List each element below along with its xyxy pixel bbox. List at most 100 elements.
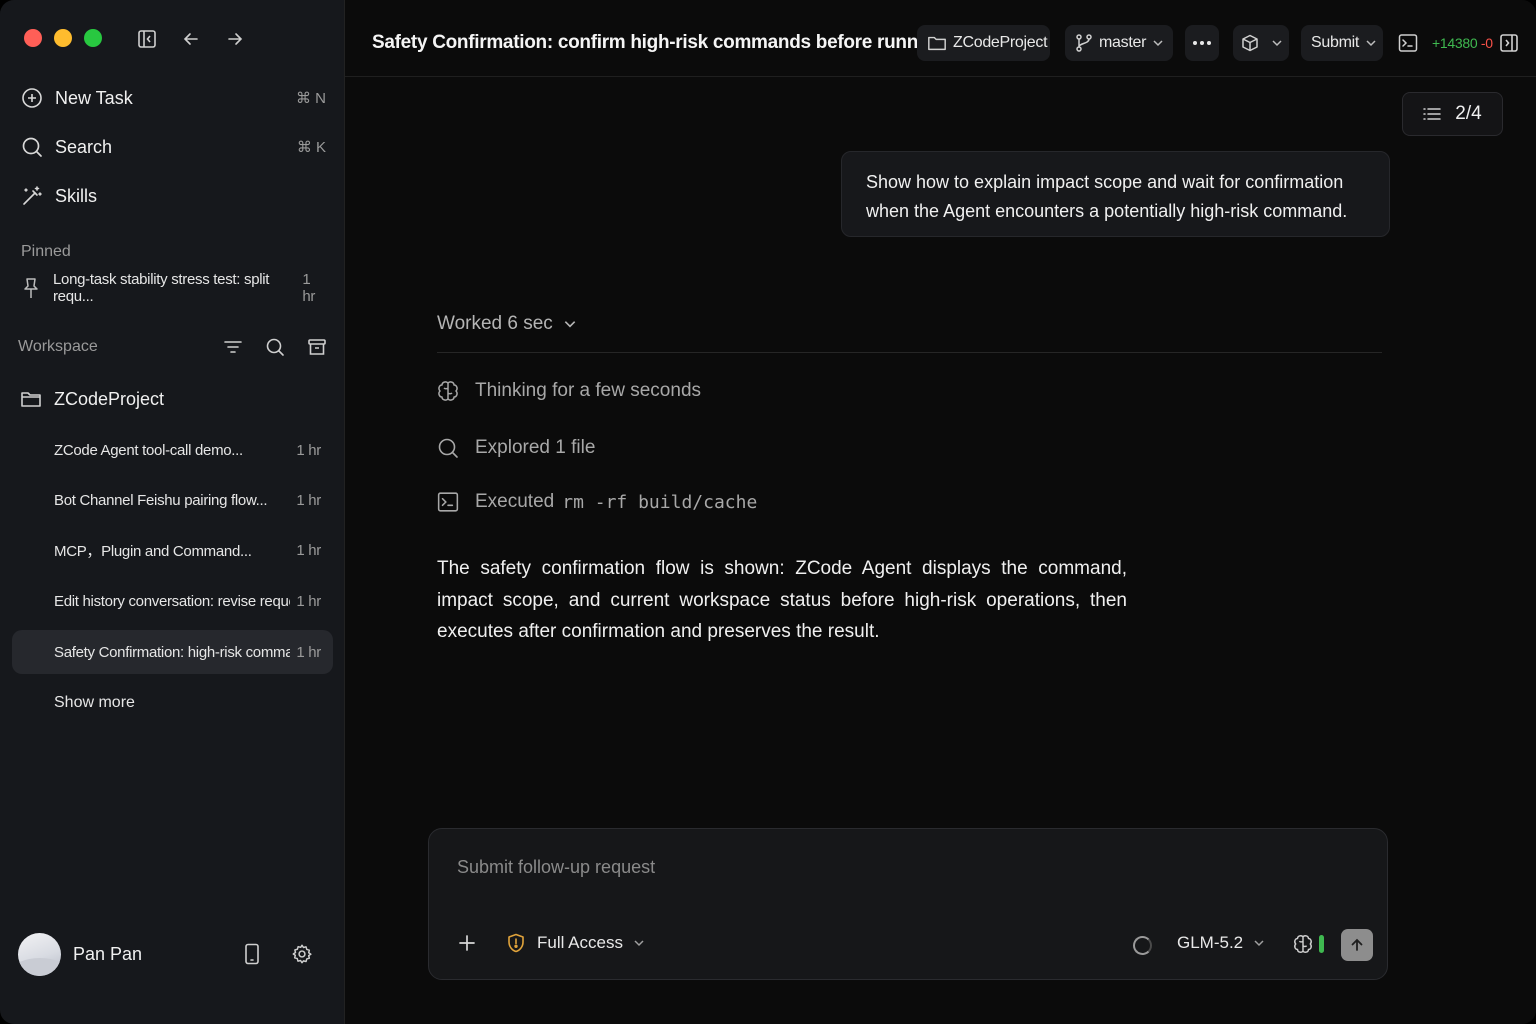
executed-step[interactable]: Executed rm -rf build/cache xyxy=(437,491,757,513)
back-arrow-icon[interactable] xyxy=(180,28,202,50)
main-panel: Safety Confirmation: confirm high-risk c… xyxy=(345,0,1536,1024)
divider xyxy=(437,352,1382,353)
explored-label: Explored 1 file xyxy=(475,437,596,458)
terminal-icon[interactable] xyxy=(1398,33,1418,58)
worked-toggle[interactable]: Worked 6 sec xyxy=(437,313,577,335)
access-level-selector[interactable]: Full Access xyxy=(507,933,645,953)
new-task-button[interactable]: New Task ⌘ N xyxy=(20,80,326,116)
chevron-down-icon xyxy=(1152,37,1164,49)
explored-step[interactable]: Explored 1 file xyxy=(437,437,595,459)
thinking-step[interactable]: Thinking for a few seconds xyxy=(437,380,701,402)
brain-icon[interactable] xyxy=(1293,934,1313,954)
new-task-shortcut: ⌘ N xyxy=(296,90,326,107)
search-icon xyxy=(20,135,44,159)
search-label: Search xyxy=(55,136,113,157)
mobile-device-icon[interactable] xyxy=(240,942,264,966)
attach-plus-icon[interactable] xyxy=(457,933,477,953)
task-time: 1 hr xyxy=(296,592,321,610)
user-message-bubble: Show how to explain impact scope and wai… xyxy=(841,151,1390,237)
search-button[interactable]: Search ⌘ K xyxy=(20,129,326,165)
arrow-up-icon xyxy=(1349,937,1365,953)
gear-icon[interactable] xyxy=(290,942,314,966)
more-dots-icon xyxy=(1192,40,1212,46)
user-name: Pan Pan xyxy=(73,943,143,964)
forward-arrow-icon[interactable] xyxy=(224,28,246,50)
pinned-section-label: Pinned xyxy=(21,243,71,260)
send-button[interactable] xyxy=(1341,929,1373,961)
executed-label: Executed xyxy=(475,491,555,512)
task-item[interactable]: Edit history conversation: revise reques… xyxy=(12,579,333,623)
project-selector[interactable]: ZCodeProject xyxy=(917,25,1050,61)
environment-selector[interactable] xyxy=(1233,25,1289,61)
filter-icon[interactable] xyxy=(222,336,244,358)
magic-wand-icon xyxy=(20,184,44,208)
sidebar: New Task ⌘ N Search ⌘ K Skills Pinned Lo… xyxy=(0,0,345,1024)
search-shortcut: ⌘ K xyxy=(296,139,326,156)
task-item[interactable]: Bot Channel Feishu pairing flow... 1 hr xyxy=(12,478,333,522)
task-item[interactable]: MCP，Plugin and Command... 1 hr xyxy=(12,528,333,572)
git-branch-icon xyxy=(1075,33,1093,53)
branch-label: master xyxy=(1099,34,1147,51)
submit-label: Submit xyxy=(1311,34,1359,51)
skills-button[interactable]: Skills xyxy=(20,178,326,214)
task-title: Bot Channel Feishu pairing flow... xyxy=(54,491,268,509)
list-icon xyxy=(1423,106,1442,122)
task-title: Safety Confirmation: high-risk command..… xyxy=(54,643,291,661)
chevron-down-icon xyxy=(1271,37,1283,49)
branch-selector[interactable]: master xyxy=(1065,25,1173,61)
show-more-link[interactable]: Show more xyxy=(54,694,135,712)
task-item-active[interactable]: Safety Confirmation: high-risk command..… xyxy=(12,630,333,674)
project-selector-label: ZCodeProject xyxy=(953,34,1048,51)
follow-up-input[interactable] xyxy=(455,851,1259,883)
pinned-task-time: 1 hr xyxy=(302,271,316,305)
diff-additions: +14380 xyxy=(1432,35,1478,51)
task-time: 1 hr xyxy=(296,441,321,459)
submit-dropdown[interactable]: Submit xyxy=(1301,25,1383,61)
pin-icon xyxy=(20,277,43,299)
toggle-panel-icon[interactable] xyxy=(1499,33,1519,58)
model-selector[interactable]: GLM-5.2 xyxy=(1177,933,1265,953)
project-name: ZCodeProject xyxy=(54,388,165,409)
access-level-label: Full Access xyxy=(537,933,623,952)
page-title: Safety Confirmation: confirm high-risk c… xyxy=(372,32,946,53)
toggle-sidebar-icon[interactable] xyxy=(136,28,158,50)
task-time: 1 hr xyxy=(296,491,321,509)
page-counter-text: 2/4 xyxy=(1455,103,1482,124)
chevron-down-icon xyxy=(633,937,645,949)
task-title: MCP，Plugin and Command... xyxy=(54,542,252,560)
worked-label: Worked 6 sec xyxy=(437,313,553,334)
diff-deletions: -0 xyxy=(1480,35,1493,51)
workspace-search-icon[interactable] xyxy=(264,336,286,358)
avatar[interactable] xyxy=(18,932,61,976)
task-item[interactable]: ZCode Agent tool-call demo... 1 hr xyxy=(12,428,333,472)
composer: Full Access GLM-5.2 xyxy=(428,828,1388,980)
window-controls xyxy=(24,29,102,47)
top-bar: Safety Confirmation: confirm high-risk c… xyxy=(345,0,1536,77)
brain-icon xyxy=(437,380,459,402)
more-options-button[interactable] xyxy=(1185,25,1219,61)
assistant-summary: The safety confirmation flow is shown: Z… xyxy=(437,558,1127,642)
chevron-down-icon xyxy=(1365,37,1377,49)
message-navigator[interactable]: 2/4 xyxy=(1402,92,1503,136)
maximize-window-button[interactable] xyxy=(84,29,102,47)
close-window-button[interactable] xyxy=(24,29,42,47)
chevron-down-icon xyxy=(1253,937,1265,949)
task-time: 1 hr xyxy=(296,643,321,661)
executed-command: rm -rf build/cache xyxy=(562,491,758,513)
thinking-label: Thinking for a few seconds xyxy=(475,380,702,401)
cube-icon xyxy=(1241,34,1259,52)
diff-stats[interactable]: +14380 -0 xyxy=(1432,35,1493,51)
pinned-task-item[interactable]: Long-task stability stress test: split r… xyxy=(20,271,326,305)
context-usage-meter xyxy=(1319,935,1324,953)
workspace-header: Workspace xyxy=(18,334,328,360)
skills-label: Skills xyxy=(55,185,98,206)
search-icon xyxy=(437,437,459,459)
user-profile: Pan Pan xyxy=(18,932,328,976)
minimize-window-button[interactable] xyxy=(54,29,72,47)
workspace-label: Workspace xyxy=(18,338,98,355)
chevron-down-icon xyxy=(563,317,577,331)
archive-icon[interactable] xyxy=(306,336,328,358)
project-folder[interactable]: ZCodeProject xyxy=(20,384,164,414)
task-time: 1 hr xyxy=(296,541,321,559)
app-window: New Task ⌘ N Search ⌘ K Skills Pinned Lo… xyxy=(0,0,1536,1024)
